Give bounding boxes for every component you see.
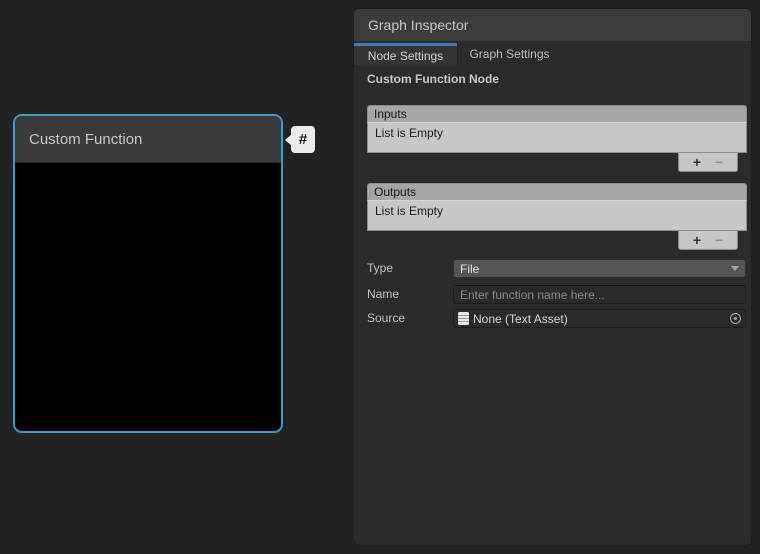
section-title: Custom Function Node — [367, 72, 499, 86]
node-title-bar[interactable]: Custom Function — [15, 116, 281, 163]
inputs-list-header[interactable]: Inputs — [367, 105, 747, 122]
type-dropdown[interactable]: File — [453, 259, 746, 278]
inputs-list: Inputs List is Empty + − — [367, 105, 747, 153]
inputs-list-footer: + − — [678, 153, 738, 172]
badge-tail-icon — [285, 134, 292, 146]
inputs-list-empty: List is Empty — [367, 122, 747, 153]
tab-graph-settings[interactable]: Graph Settings — [457, 43, 561, 65]
precision-badge[interactable]: # — [291, 126, 315, 153]
source-row: Source None (Text Asset) — [367, 309, 744, 328]
custom-function-node[interactable]: Custom Function — [13, 114, 283, 433]
outputs-list-footer: + − — [678, 231, 738, 250]
outputs-list: Outputs List is Empty + − — [367, 183, 747, 231]
outputs-list-header[interactable]: Outputs — [367, 183, 747, 200]
graph-inspector-panel: Graph Inspector Node Settings Graph Sett… — [353, 8, 752, 546]
panel-title[interactable]: Graph Inspector — [354, 9, 751, 42]
tab-node-settings[interactable]: Node Settings — [354, 43, 457, 65]
type-row: Type File — [367, 259, 744, 278]
function-name-input[interactable] — [453, 285, 746, 304]
source-object-field[interactable]: None (Text Asset) — [453, 309, 746, 328]
source-object-value: None (Text Asset) — [473, 312, 568, 326]
object-picker-icon[interactable] — [730, 313, 741, 324]
node-body[interactable] — [15, 163, 281, 433]
outputs-remove-button[interactable]: − — [715, 232, 723, 249]
shader-graph-window: Custom Function # Graph Inspector Node S… — [0, 0, 760, 554]
inputs-add-button[interactable]: + — [693, 154, 701, 171]
type-dropdown-value: File — [460, 262, 479, 276]
chevron-down-icon — [731, 266, 739, 271]
type-label: Type — [367, 261, 393, 275]
outputs-add-button[interactable]: + — [693, 232, 701, 249]
name-row: Name — [367, 285, 744, 304]
source-label: Source — [367, 311, 405, 325]
text-asset-icon — [458, 312, 469, 325]
inputs-remove-button[interactable]: − — [715, 154, 723, 171]
inspector-tabs: Node Settings Graph Settings — [354, 43, 751, 65]
name-label: Name — [367, 287, 399, 301]
outputs-list-empty: List is Empty — [367, 200, 747, 231]
